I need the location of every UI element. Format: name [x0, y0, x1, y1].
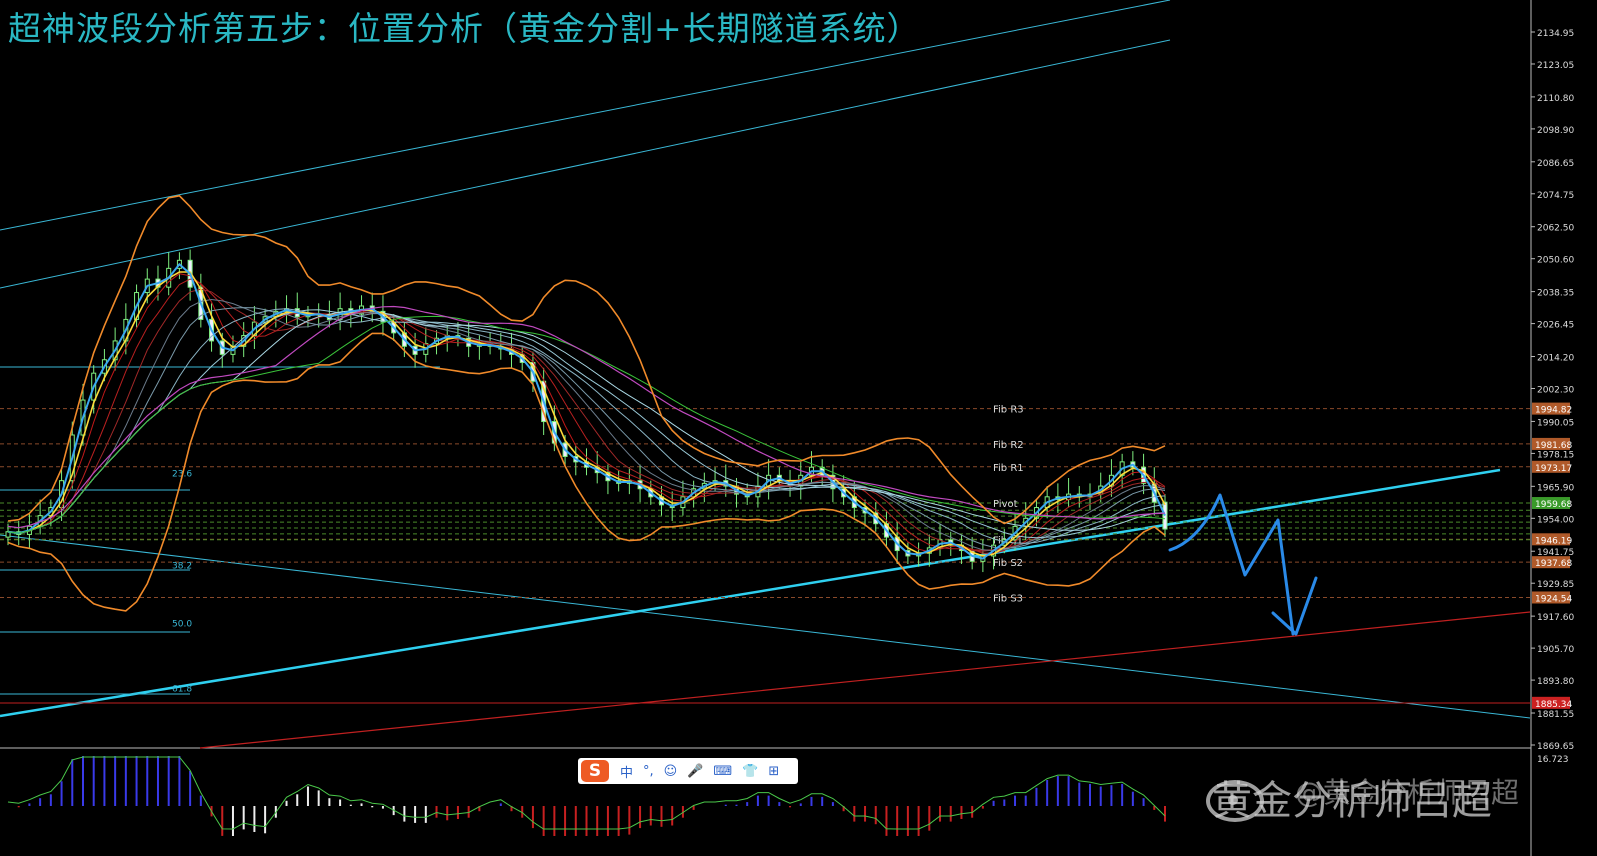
price-tick-label: 2098.90 — [1537, 126, 1574, 136]
price-tick-label: 2014.20 — [1537, 354, 1574, 364]
fib-label: 50.0 — [172, 619, 192, 629]
price-tick-label: 2074.75 — [1537, 191, 1574, 201]
emoji-icon[interactable]: ☺ — [664, 764, 678, 779]
ma-ribbon-line — [7, 308, 1166, 544]
sogou-logo-icon[interactable]: S — [581, 760, 609, 782]
price-tick-label: 2110.80 — [1537, 94, 1574, 104]
trend-line — [0, 468, 1501, 718]
price-tick-label: 1881.55 — [1537, 710, 1574, 720]
price-tick-label: 1869.65 — [1537, 742, 1574, 752]
pivot-level-label: Fib S3 — [993, 593, 1023, 604]
price-tick-label: 1990.05 — [1537, 418, 1574, 428]
price-tag-label: 1924.54 — [1535, 594, 1572, 604]
price-tick-label: 1965.90 — [1537, 483, 1574, 493]
watermark-text: 黄金分析师吕超 — [1212, 778, 1492, 824]
price-tick-label: 2134.95 — [1537, 29, 1574, 39]
ma-ribbon-line — [7, 309, 1166, 534]
trading-chart: Fib R3Fib R2Fib R1PivotFib S1Fib S2Fib S… — [0, 0, 1574, 856]
price-tag-label: 1959.68 — [1535, 500, 1572, 510]
price-tag-label: 1973.17 — [1535, 464, 1572, 474]
pivot-level-label: Fib R2 — [993, 440, 1024, 451]
price-tick-label: 1905.70 — [1537, 645, 1574, 655]
ime-lang-toggle[interactable]: 中 — [620, 762, 633, 781]
keyboard-icon[interactable]: ⌨ — [713, 764, 732, 779]
fib-label: 61.8 — [172, 685, 192, 695]
ma-fast-line — [7, 271, 1166, 557]
candle-body — [1162, 501, 1168, 530]
price-tick-label: 2026.45 — [1537, 321, 1574, 331]
oscillator-top-label: 16.723 — [1537, 755, 1569, 765]
price-tick-label: 2050.60 — [1537, 256, 1574, 266]
ma-ribbon-line — [7, 288, 1166, 552]
voice-icon[interactable]: 🎤 — [687, 764, 703, 779]
ma-purple-line — [7, 305, 1166, 529]
ime-punct-toggle[interactable]: °, — [643, 764, 654, 779]
price-tag-label: 1937.68 — [1535, 559, 1572, 569]
price-tick-label: 1917.60 — [1537, 613, 1574, 623]
trend-line — [199, 611, 1531, 749]
pivot-level-label: Fib S2 — [993, 558, 1023, 569]
price-tag-label: 1885.34 — [1535, 700, 1572, 710]
pivot-level-label: Fib R1 — [993, 463, 1024, 474]
price-tick-label: 1954.00 — [1537, 515, 1574, 525]
skin-icon[interactable]: 👕 — [742, 764, 758, 779]
fib-label: 38.2 — [172, 562, 192, 572]
chart-title: 超神波段分析第五步：位置分析（黄金分割+长期隧道系统） — [8, 9, 921, 48]
trend-line — [0, 39, 1171, 289]
ma-long-line — [7, 315, 1166, 534]
price-tag-label: 1994.82 — [1535, 406, 1572, 416]
price-tick-label: 2123.05 — [1537, 61, 1574, 71]
price-tick-label: 1893.80 — [1537, 677, 1574, 687]
price-tag-label: 1946.19 — [1535, 536, 1572, 546]
ma-ribbon-line — [7, 298, 1166, 552]
price-tick-label: 2086.65 — [1537, 159, 1574, 169]
ma-ribbon-line — [7, 307, 1166, 550]
ime-toolbar[interactable]: S 中 °, ☺ 🎤 ⌨ 👕 ⊞ — [578, 758, 798, 784]
price-tag-label: 1981.68 — [1535, 441, 1572, 451]
pivot-level-label: Pivot — [993, 499, 1018, 510]
pivot-level-label: Fib R3 — [993, 405, 1024, 416]
price-tick-label: 1929.85 — [1537, 580, 1574, 590]
price-tick-label: 2002.30 — [1537, 386, 1574, 396]
price-tick-label: 2062.50 — [1537, 224, 1574, 234]
toolbox-icon[interactable]: ⊞ — [768, 764, 779, 779]
price-tick-label: 1978.15 — [1537, 450, 1574, 460]
price-tick-label: 2038.35 — [1537, 289, 1574, 299]
